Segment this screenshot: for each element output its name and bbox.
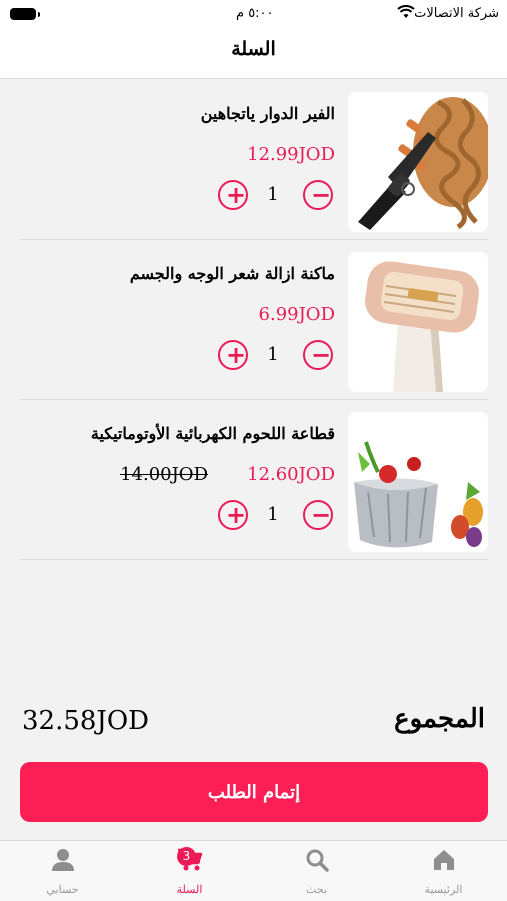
increase-quantity-button[interactable]: +: [218, 500, 248, 530]
decrease-quantity-button[interactable]: −: [303, 180, 333, 210]
quantity-value: 1: [267, 344, 279, 365]
tab-label: الرئيسية: [424, 883, 463, 896]
original-price: 14.00JOD: [120, 464, 208, 485]
hair-curler-image[interactable]: [348, 92, 488, 232]
tab-label: السلة: [176, 883, 203, 896]
product-name[interactable]: الفير الدوار ياتجاهين: [35, 104, 335, 123]
divider: [20, 239, 488, 240]
divider: [20, 399, 488, 400]
cart-item: ماكنة ازالة شعر الوجه والجسم 6.99JOD − 1…: [20, 242, 488, 402]
carrier-label: شركة الاتصالات: [414, 6, 499, 21]
decrease-quantity-button[interactable]: −: [303, 340, 333, 370]
cart-item: الفير الدوار ياتجاهين 12.99JOD − 1 +: [20, 82, 488, 242]
tab-account[interactable]: حسابي: [0, 841, 126, 901]
search-icon: [304, 847, 330, 873]
increase-quantity-button[interactable]: +: [218, 180, 248, 210]
cart-count-badge: 3: [177, 847, 196, 866]
quantity-value: 1: [267, 184, 279, 205]
tab-label: حسابي: [46, 883, 79, 896]
product-name[interactable]: ماكنة ازالة شعر الوجه والجسم: [35, 264, 335, 283]
hair-remover-image[interactable]: [348, 252, 488, 392]
wifi-icon: [397, 4, 415, 23]
total-value: 32.58JOD: [22, 706, 150, 736]
tab-label: بحث: [306, 883, 327, 896]
tab-cart[interactable]: 3 السلة: [126, 841, 253, 901]
home-icon: [431, 847, 457, 873]
total-label: المجموع: [394, 704, 485, 734]
tab-search[interactable]: بحث: [253, 841, 380, 901]
nav-header: السلة: [0, 30, 507, 79]
battery-icon: [10, 8, 40, 20]
meat-slicer-image[interactable]: [348, 412, 488, 552]
increase-quantity-button[interactable]: +: [218, 340, 248, 370]
product-price: 12.60JOD: [247, 464, 335, 485]
page-title: السلة: [231, 38, 276, 60]
divider: [20, 559, 488, 560]
tab-bar: الرئيسية بحث 3 السلة حسابي: [0, 840, 507, 901]
product-price: 12.99JOD: [247, 144, 335, 165]
status-bar: شركة الاتصالات ٥:٠٠ م: [0, 0, 507, 30]
decrease-quantity-button[interactable]: −: [303, 500, 333, 530]
checkout-button[interactable]: إتمام الطلب: [20, 762, 488, 822]
person-icon: [50, 847, 76, 873]
tab-home[interactable]: الرئيسية: [380, 841, 507, 901]
product-price: 6.99JOD: [258, 304, 335, 325]
product-name[interactable]: قطاعة اللحوم الكهربائية الأوتوماتيكية: [35, 424, 335, 443]
clock: ٥:٠٠ م: [236, 6, 274, 21]
cart-item: قطاعة اللحوم الكهربائية الأوتوماتيكية 12…: [20, 402, 488, 562]
quantity-value: 1: [267, 504, 279, 525]
